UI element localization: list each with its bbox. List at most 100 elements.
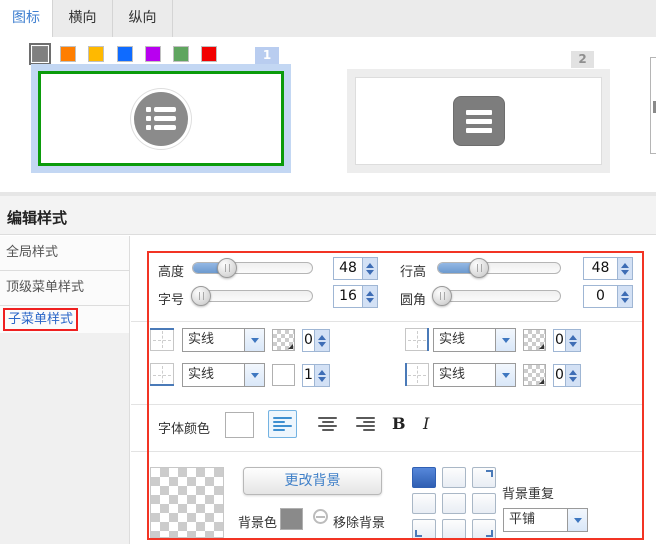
palette-swatch-orange[interactable] bbox=[60, 46, 76, 62]
submenu-style-highlight-box: 子菜单样式 bbox=[3, 308, 78, 331]
remove-background-label[interactable]: 移除背景 bbox=[333, 512, 385, 531]
border-bottom-width-stepper[interactable]: 1 bbox=[302, 364, 330, 387]
line-height-stepper-arrows[interactable] bbox=[617, 258, 632, 279]
palette-swatch-gray[interactable] bbox=[32, 46, 48, 62]
line-height-value: 48 bbox=[584, 258, 617, 279]
palette-swatch-green[interactable] bbox=[173, 46, 189, 62]
chevron-down-icon[interactable] bbox=[495, 329, 515, 351]
border-right-color-swatch[interactable] bbox=[523, 329, 546, 351]
preview-2-badge: 2 bbox=[571, 51, 594, 68]
chevron-down-icon[interactable] bbox=[567, 509, 587, 531]
height-slider-knob[interactable] bbox=[217, 258, 237, 278]
border-bottom-side-icon bbox=[150, 363, 174, 386]
font-size-value: 16 bbox=[334, 286, 362, 307]
border-right-side-icon bbox=[405, 328, 429, 351]
border-bottom-stepper-arrows[interactable] bbox=[314, 365, 329, 386]
line-height-stepper[interactable]: 48 bbox=[583, 257, 633, 280]
border-right-width-stepper[interactable]: 0 bbox=[553, 329, 581, 352]
bg-position-bottom-right[interactable] bbox=[472, 519, 496, 540]
border-top-stepper-arrows[interactable] bbox=[314, 330, 329, 351]
bg-position-top-right[interactable] bbox=[472, 467, 496, 488]
background-repeat-select[interactable]: 平铺 bbox=[503, 508, 588, 532]
bg-position-middle-left[interactable] bbox=[412, 493, 436, 514]
bg-position-bottom-center[interactable] bbox=[442, 519, 466, 540]
background-color-label: 背景色 bbox=[238, 512, 277, 531]
style-editor-window: 图标 横向 纵向 1 2 编辑样式 bbox=[0, 0, 656, 544]
font-color-label: 字体颜色 bbox=[158, 418, 210, 437]
chevron-down-icon[interactable] bbox=[244, 329, 264, 351]
border-right-style-value: 实线 bbox=[434, 329, 495, 351]
tab-horizontal[interactable]: 横向 bbox=[53, 0, 113, 37]
line-height-label: 行高 bbox=[400, 261, 426, 280]
height-value: 48 bbox=[334, 258, 362, 279]
font-size-stepper[interactable]: 16 bbox=[333, 285, 378, 308]
palette-swatch-amber[interactable] bbox=[88, 46, 104, 62]
align-right-button[interactable] bbox=[351, 410, 380, 438]
font-size-stepper-arrows[interactable] bbox=[362, 286, 377, 307]
height-slider[interactable] bbox=[192, 262, 313, 274]
border-radius-stepper-arrows[interactable] bbox=[617, 286, 632, 307]
square-hamburger-menu-icon bbox=[453, 96, 505, 146]
font-size-slider[interactable] bbox=[192, 290, 313, 302]
border-right-stepper-arrows[interactable] bbox=[565, 330, 580, 351]
sidebar-item-top-menu-style[interactable]: 顶级菜单样式 bbox=[0, 271, 129, 306]
height-stepper[interactable]: 48 bbox=[333, 257, 378, 280]
border-radius-slider[interactable] bbox=[437, 290, 561, 302]
font-color-swatch[interactable] bbox=[225, 412, 254, 438]
preview-option-2[interactable] bbox=[347, 69, 610, 173]
palette-swatch-blue[interactable] bbox=[117, 46, 133, 62]
align-left-button[interactable] bbox=[268, 410, 297, 438]
border-left-style-select[interactable]: 实线 bbox=[433, 363, 516, 387]
remove-background-icon[interactable] bbox=[313, 509, 328, 524]
line-height-slider[interactable] bbox=[437, 262, 561, 274]
bg-position-middle-center[interactable] bbox=[442, 493, 466, 514]
border-left-style-value: 实线 bbox=[434, 364, 495, 386]
preview-option-1[interactable] bbox=[31, 64, 291, 173]
italic-button[interactable]: I bbox=[423, 414, 429, 433]
border-radius-slider-knob[interactable] bbox=[432, 286, 452, 306]
palette-swatch-red[interactable] bbox=[201, 46, 217, 62]
bold-button[interactable]: B bbox=[392, 414, 406, 433]
tab-icon[interactable]: 图标 bbox=[0, 0, 53, 37]
border-right-width-value: 0 bbox=[554, 330, 565, 351]
bg-position-top-center[interactable] bbox=[442, 467, 466, 488]
swatch-corner-marker bbox=[539, 379, 544, 384]
swatch-corner-marker bbox=[539, 344, 544, 349]
border-bottom-color-swatch[interactable] bbox=[272, 364, 295, 386]
palette-swatch-purple[interactable] bbox=[145, 46, 161, 62]
chevron-down-icon[interactable] bbox=[495, 364, 515, 386]
change-background-button[interactable]: 更改背景 bbox=[243, 467, 382, 495]
bg-position-bottom-left[interactable] bbox=[412, 519, 436, 540]
background-preview bbox=[150, 467, 224, 538]
align-center-button[interactable] bbox=[313, 410, 342, 438]
border-top-color-swatch[interactable] bbox=[272, 329, 295, 351]
border-top-side-icon bbox=[150, 328, 174, 351]
font-size-slider-knob[interactable] bbox=[191, 286, 211, 306]
border-left-color-swatch[interactable] bbox=[523, 364, 546, 386]
border-top-style-select[interactable]: 实线 bbox=[182, 328, 265, 352]
tab-vertical[interactable]: 纵向 bbox=[113, 0, 173, 37]
sidebar-item-global-style[interactable]: 全局样式 bbox=[0, 236, 129, 271]
background-color-swatch[interactable] bbox=[280, 508, 303, 530]
border-left-width-stepper[interactable]: 0 bbox=[553, 364, 581, 387]
line-height-slider-knob[interactable] bbox=[469, 258, 489, 278]
border-top-width-stepper[interactable]: 0 bbox=[302, 329, 330, 352]
corner-mark-icon bbox=[486, 470, 493, 477]
border-bottom-style-select[interactable]: 实线 bbox=[182, 363, 265, 387]
bg-position-top-left[interactable] bbox=[412, 467, 436, 488]
divider-2 bbox=[131, 404, 644, 405]
border-radius-value: 0 bbox=[584, 286, 617, 307]
preview-option-3-partial[interactable] bbox=[650, 57, 656, 154]
border-left-stepper-arrows[interactable] bbox=[565, 365, 580, 386]
sidebar-item-submenu-style[interactable]: 子菜单样式 bbox=[0, 306, 129, 334]
border-radius-stepper[interactable]: 0 bbox=[583, 285, 633, 308]
border-top-width-value: 0 bbox=[303, 330, 314, 351]
border-bottom-style-value: 实线 bbox=[183, 364, 244, 386]
chevron-down-icon[interactable] bbox=[244, 364, 264, 386]
border-right-style-select[interactable]: 实线 bbox=[433, 328, 516, 352]
sidebar-empty-area bbox=[0, 333, 129, 544]
circle-list-menu-icon bbox=[134, 92, 188, 146]
border-left-side-icon bbox=[405, 363, 429, 386]
height-stepper-arrows[interactable] bbox=[362, 258, 377, 279]
bg-position-middle-right[interactable] bbox=[472, 493, 496, 514]
